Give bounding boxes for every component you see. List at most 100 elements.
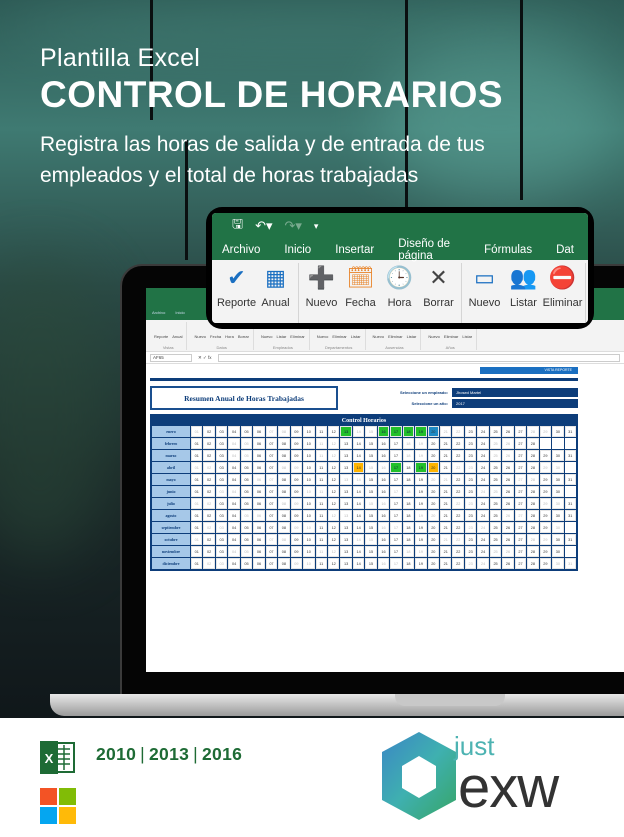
day-cell[interactable]: 12 xyxy=(327,546,340,557)
day-cell[interactable]: 11 xyxy=(315,558,327,569)
day-cell[interactable]: 01 xyxy=(191,474,203,485)
day-cell[interactable]: 23 xyxy=(464,426,477,437)
day-cell[interactable]: 25 xyxy=(489,486,502,497)
day-cell[interactable]: 04 xyxy=(228,522,240,533)
day-cell[interactable]: 28 xyxy=(527,534,539,545)
day-cell[interactable]: 27 xyxy=(514,498,527,509)
day-cell[interactable]: 25 xyxy=(489,558,502,569)
day-cell[interactable]: 19 xyxy=(415,546,427,557)
day-cell[interactable]: 02 xyxy=(203,450,215,461)
day-cell[interactable]: 27 xyxy=(514,510,527,521)
ribbon-button[interactable]: Borrar xyxy=(238,334,249,339)
day-cell[interactable]: 19 xyxy=(415,498,427,509)
day-cell[interactable]: 16 xyxy=(377,426,390,437)
day-cell[interactable]: 20 xyxy=(427,426,440,437)
day-cell[interactable]: 05 xyxy=(240,558,253,569)
day-cell[interactable]: 17 xyxy=(390,438,402,449)
day-cell[interactable]: 22 xyxy=(452,450,464,461)
day-cell[interactable]: 15 xyxy=(365,522,377,533)
day-cell[interactable]: 06 xyxy=(253,522,265,533)
day-cell[interactable]: 09 xyxy=(290,510,303,521)
day-cell[interactable]: 01 xyxy=(191,534,203,545)
day-cell[interactable]: 28 xyxy=(527,450,539,461)
day-cell[interactable]: 17 xyxy=(390,426,402,437)
ribbon-button[interactable]: Anual xyxy=(172,334,182,339)
day-cell[interactable]: 25 xyxy=(489,522,502,533)
day-cell[interactable]: 29 xyxy=(539,546,552,557)
day-cell[interactable]: 24 xyxy=(477,450,489,461)
day-cell[interactable]: 05 xyxy=(240,474,253,485)
day-cell[interactable]: 04 xyxy=(228,450,240,461)
redo-icon[interactable]: ↷▾ xyxy=(285,218,302,234)
day-cell[interactable]: 18 xyxy=(402,462,415,473)
day-cell[interactable]: 19 xyxy=(415,474,427,485)
day-cell[interactable]: 13 xyxy=(340,546,352,557)
day-cell[interactable]: 28 xyxy=(527,438,539,449)
day-cell[interactable]: 06 xyxy=(253,474,265,485)
day-cell[interactable]: 14 xyxy=(352,558,365,569)
ribbon-button-eliminar[interactable]: ⛔ Eliminar xyxy=(543,263,583,323)
day-cell[interactable]: 13 xyxy=(340,498,352,509)
day-cell[interactable]: 07 xyxy=(265,498,278,509)
day-cell[interactable]: 17 xyxy=(390,558,402,569)
day-cell[interactable]: 21 xyxy=(440,558,452,569)
day-cell[interactable]: 30 xyxy=(552,558,564,569)
day-cell[interactable]: 28 xyxy=(527,474,539,485)
day-cell[interactable]: 10 xyxy=(303,450,315,461)
day-cell[interactable]: 05 xyxy=(240,534,253,545)
day-cell[interactable]: 06 xyxy=(253,462,265,473)
day-cell[interactable]: 27 xyxy=(514,474,527,485)
day-cell[interactable]: 23 xyxy=(464,534,477,545)
day-cell[interactable]: 09 xyxy=(290,438,303,449)
day-cell[interactable]: 09 xyxy=(290,486,303,497)
day-cell[interactable]: 17 xyxy=(390,546,402,557)
day-cell[interactable]: 12 xyxy=(327,534,340,545)
day-cell[interactable]: 08 xyxy=(278,558,290,569)
day-cell[interactable]: 31 xyxy=(564,558,576,569)
day-cell[interactable]: 06 xyxy=(253,546,265,557)
day-cell[interactable]: 04 xyxy=(228,462,240,473)
day-cell[interactable]: 14 xyxy=(352,462,365,473)
day-cell[interactable]: 01 xyxy=(191,450,203,461)
day-cell[interactable]: 02 xyxy=(203,426,215,437)
day-cell[interactable]: 26 xyxy=(502,474,514,485)
day-cell[interactable]: 29 xyxy=(539,462,552,473)
day-cell[interactable]: 13 xyxy=(340,534,352,545)
day-cell[interactable]: 24 xyxy=(477,426,489,437)
day-cell[interactable]: 16 xyxy=(377,450,390,461)
day-cell[interactable]: 12 xyxy=(327,426,340,437)
ribbon-button[interactable]: Nuevo xyxy=(428,334,440,339)
day-cell[interactable]: 16 xyxy=(377,546,390,557)
day-cell[interactable]: 10 xyxy=(303,510,315,521)
day-cell[interactable]: 17 xyxy=(390,450,402,461)
day-cell[interactable]: 10 xyxy=(303,534,315,545)
day-cell[interactable]: 18 xyxy=(402,546,415,557)
day-cell[interactable]: 03 xyxy=(215,558,228,569)
day-cell[interactable]: 21 xyxy=(440,498,452,509)
ribbon-button-reporte[interactable]: ✔ Reporte xyxy=(217,263,256,323)
day-cell[interactable]: 29 xyxy=(539,510,552,521)
day-cell[interactable]: 27 xyxy=(514,546,527,557)
day-cell[interactable]: 18 xyxy=(402,438,415,449)
day-cell[interactable]: 18 xyxy=(402,486,415,497)
day-cell[interactable]: 22 xyxy=(452,534,464,545)
day-cell[interactable]: 25 xyxy=(489,546,502,557)
day-cell[interactable]: 30 xyxy=(552,450,564,461)
ribbon-button-nuevo[interactable]: ➕ Nuevo xyxy=(302,263,341,323)
day-cell[interactable]: 26 xyxy=(502,462,514,473)
day-cell[interactable]: 08 xyxy=(278,534,290,545)
ribbon-tab[interactable]: Diseño de página xyxy=(388,238,474,262)
day-cell[interactable]: 21 xyxy=(440,426,452,437)
day-cell[interactable]: 10 xyxy=(303,522,315,533)
day-cell[interactable]: 05 xyxy=(240,462,253,473)
day-cell[interactable]: 09 xyxy=(290,546,303,557)
day-cell[interactable]: 29 xyxy=(539,498,552,509)
day-cell[interactable]: 14 xyxy=(352,498,365,509)
day-cell[interactable]: 19 xyxy=(415,450,427,461)
day-cell[interactable]: 21 xyxy=(440,462,452,473)
day-cell[interactable]: 02 xyxy=(203,438,215,449)
day-cell[interactable]: 29 xyxy=(539,426,552,437)
day-cell[interactable]: 10 xyxy=(303,426,315,437)
day-cell[interactable]: 30 xyxy=(552,498,564,509)
day-cell[interactable]: 15 xyxy=(365,474,377,485)
